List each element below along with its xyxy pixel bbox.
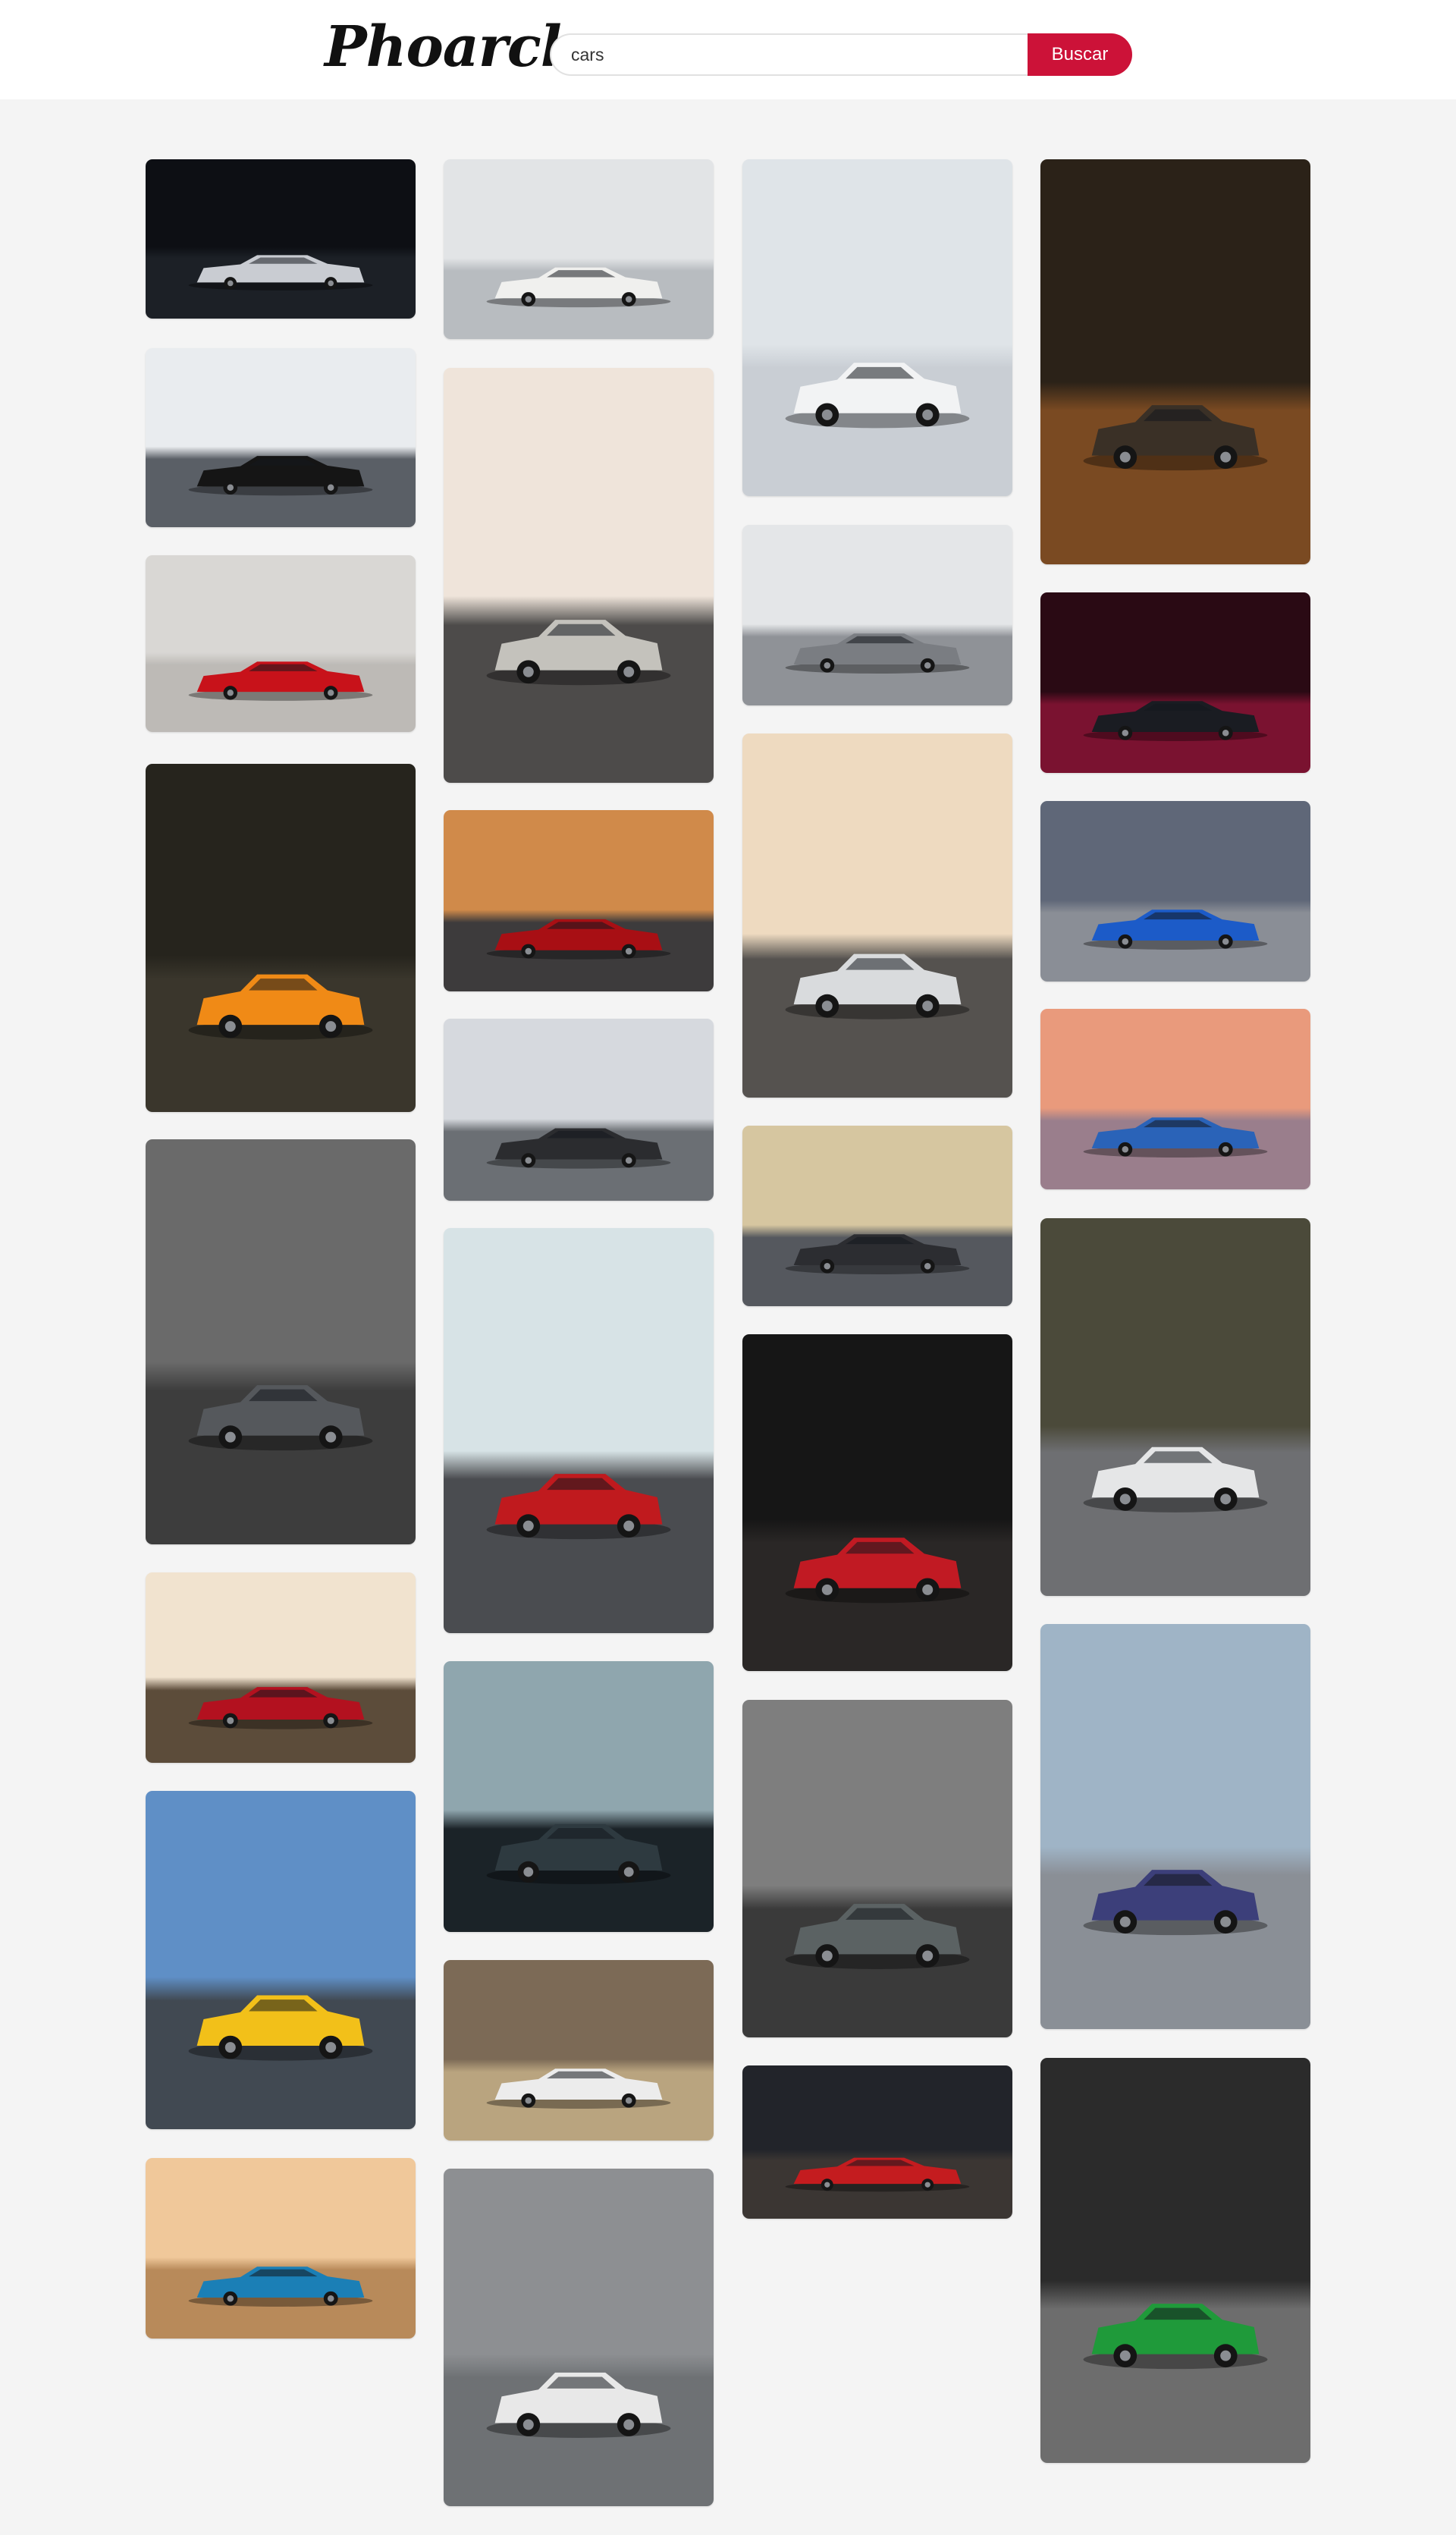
photo-tile[interactable]	[1040, 2058, 1310, 2463]
photo-tile[interactable]	[444, 368, 714, 783]
photo-tile[interactable]	[742, 1700, 1012, 2037]
photo-tile[interactable]	[444, 1960, 714, 2141]
car-photo	[444, 159, 714, 339]
car-photo	[742, 1126, 1012, 1306]
photo-tile[interactable]	[444, 1019, 714, 1201]
photo-tile[interactable]	[146, 1139, 416, 1544]
car-photo	[146, 348, 416, 527]
car-photo	[146, 764, 416, 1112]
photo-tile[interactable]	[1040, 1009, 1310, 1189]
car-photo	[146, 1791, 416, 2129]
car-photo	[146, 1139, 416, 1544]
photo-tile[interactable]	[1040, 159, 1310, 564]
photo-tile[interactable]	[444, 810, 714, 991]
car-photo	[146, 1572, 416, 1763]
car-photo	[146, 2158, 416, 2339]
car-photo	[1040, 1624, 1310, 2029]
photo-tile[interactable]	[742, 159, 1012, 496]
car-photo	[742, 525, 1012, 705]
photo-tile[interactable]	[146, 1572, 416, 1763]
car-photo	[444, 2169, 714, 2506]
car-photo	[1040, 801, 1310, 982]
car-photo	[1040, 2058, 1310, 2463]
photo-tile[interactable]	[1040, 592, 1310, 773]
photo-tile[interactable]	[742, 1126, 1012, 1306]
photo-tile[interactable]	[444, 1228, 714, 1633]
car-photo	[1040, 1218, 1310, 1596]
car-photo	[444, 810, 714, 991]
search-button[interactable]: Buscar	[1028, 33, 1132, 76]
photo-tile[interactable]	[1040, 801, 1310, 982]
photo-tile[interactable]	[742, 733, 1012, 1098]
car-photo	[742, 2065, 1012, 2219]
photo-tile[interactable]	[1040, 1218, 1310, 1596]
car-photo	[1040, 1009, 1310, 1189]
car-photo	[444, 1019, 714, 1201]
car-photo	[444, 368, 714, 783]
car-photo	[444, 1960, 714, 2141]
search-input[interactable]	[550, 33, 1028, 76]
car-photo	[1040, 159, 1310, 564]
logo[interactable]: Phoarch	[325, 11, 582, 83]
top-bar: Phoarch Buscar	[0, 0, 1456, 99]
car-photo	[742, 1700, 1012, 2037]
photo-tile[interactable]	[146, 764, 416, 1112]
photo-tile[interactable]	[146, 1791, 416, 2129]
photo-tile[interactable]	[742, 1334, 1012, 1671]
photo-tile[interactable]	[444, 2169, 714, 2506]
car-photo	[146, 159, 416, 319]
photo-tile[interactable]	[146, 2158, 416, 2339]
photo-tile[interactable]	[146, 348, 416, 527]
photo-tile[interactable]	[742, 525, 1012, 705]
car-photo	[444, 1661, 714, 1932]
car-photo	[742, 733, 1012, 1098]
photo-tile[interactable]	[444, 159, 714, 339]
photo-tile[interactable]	[742, 2065, 1012, 2219]
car-photo	[146, 555, 416, 732]
car-photo	[1040, 592, 1310, 773]
photo-tile[interactable]	[1040, 1624, 1310, 2029]
photo-tile[interactable]	[444, 1661, 714, 1932]
car-photo	[742, 1334, 1012, 1671]
photo-tile[interactable]	[146, 555, 416, 732]
photo-grid	[0, 0, 1456, 2535]
photo-tile[interactable]	[146, 159, 416, 319]
car-photo	[742, 159, 1012, 496]
car-photo	[444, 1228, 714, 1633]
